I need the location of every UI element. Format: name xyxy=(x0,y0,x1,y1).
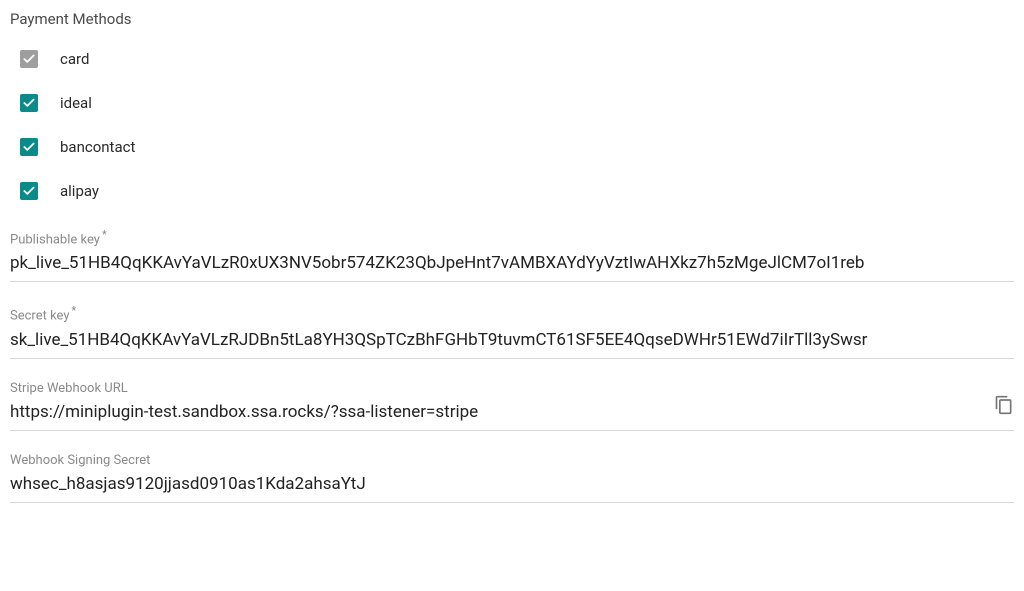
field-webhook-signing-secret: Webhook Signing Secret xyxy=(10,453,1014,503)
fields-section: Publishable key* Secret key* Stripe Webh… xyxy=(10,228,1014,503)
payment-method-card[interactable]: card xyxy=(20,50,1014,68)
copy-icon[interactable] xyxy=(994,395,1014,415)
checkbox-label-alipay: alipay xyxy=(60,182,99,200)
checkbox-label-ideal: ideal xyxy=(60,94,92,112)
payment-method-alipay[interactable]: alipay xyxy=(20,182,1014,200)
checkbox-card[interactable] xyxy=(20,50,38,68)
label-webhook-signing-secret: Webhook Signing Secret xyxy=(10,453,1014,468)
payment-methods-list: card ideal bancontact alipay xyxy=(20,50,1014,200)
check-icon xyxy=(22,140,36,154)
check-icon xyxy=(22,96,36,110)
payment-method-ideal[interactable]: ideal xyxy=(20,94,1014,112)
input-secret-key[interactable] xyxy=(10,328,1014,356)
input-webhook-url[interactable] xyxy=(10,400,1014,428)
input-publishable-key[interactable] xyxy=(10,251,1014,279)
check-icon xyxy=(22,52,36,66)
section-title: Payment Methods xyxy=(10,10,1014,28)
check-icon xyxy=(22,184,36,198)
label-publishable-key: Publishable key* xyxy=(10,228,1014,247)
input-webhook-signing-secret[interactable] xyxy=(10,472,1014,500)
field-webhook-url: Stripe Webhook URL xyxy=(10,381,1014,431)
label-secret-key: Secret key* xyxy=(10,304,1014,323)
checkbox-alipay[interactable] xyxy=(20,182,38,200)
payment-method-bancontact[interactable]: bancontact xyxy=(20,138,1014,156)
field-publishable-key: Publishable key* xyxy=(10,228,1014,282)
label-webhook-url: Stripe Webhook URL xyxy=(10,381,1014,396)
checkbox-bancontact[interactable] xyxy=(20,138,38,156)
checkbox-ideal[interactable] xyxy=(20,94,38,112)
field-secret-key: Secret key* xyxy=(10,304,1014,358)
checkbox-label-card: card xyxy=(60,50,89,68)
checkbox-label-bancontact: bancontact xyxy=(60,138,135,156)
